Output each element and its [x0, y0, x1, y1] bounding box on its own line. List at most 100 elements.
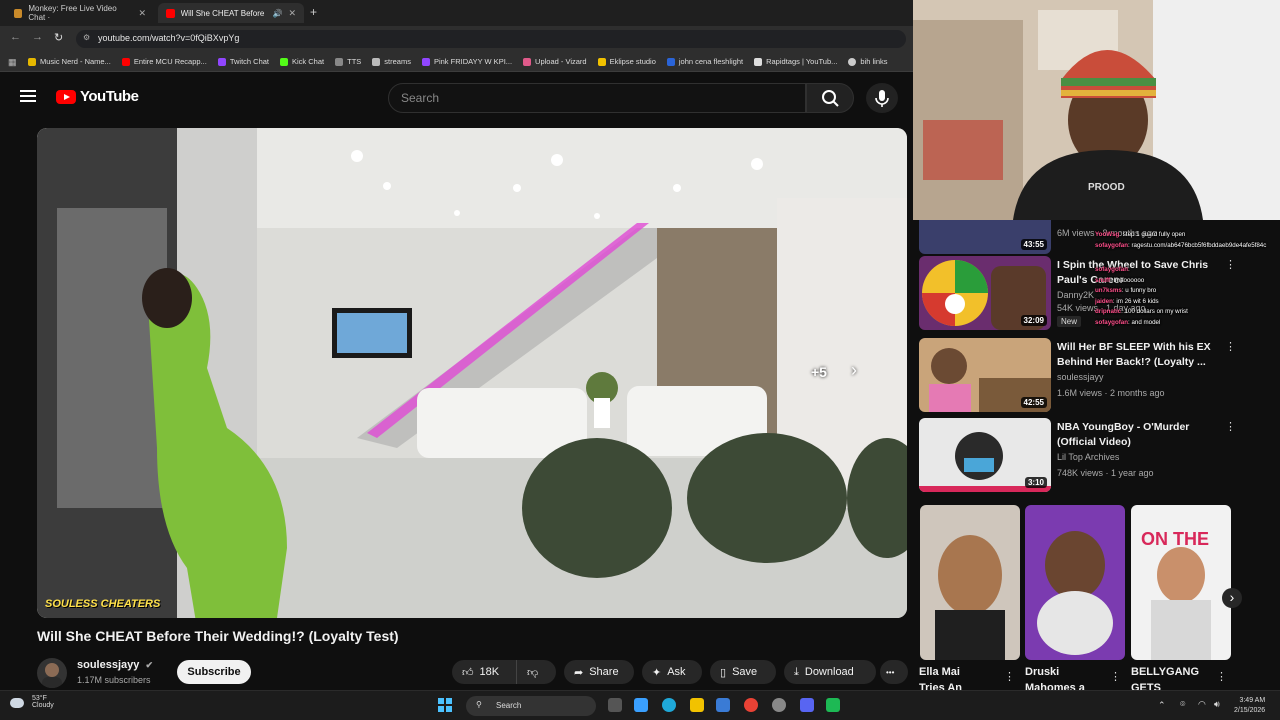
short-title[interactable]: Ella Mai: [919, 666, 960, 678]
short-title[interactable]: Druski: [1025, 666, 1059, 678]
channel-name[interactable]: Lil Top Archives: [1057, 452, 1119, 462]
new-badge: New: [1057, 316, 1082, 327]
bookmark-item[interactable]: Eklipse studio: [597, 57, 656, 66]
bookmark-item[interactable]: Rapidtags | YouTub...: [754, 57, 837, 66]
new-tab-button[interactable]: +: [310, 5, 317, 19]
short-thumbnail[interactable]: [920, 505, 1020, 660]
svg-text:PROOD: PROOD: [1088, 182, 1125, 193]
tab-label: Monkey: Free Live Video Chat ·: [28, 4, 117, 22]
channel-avatar[interactable]: [37, 658, 67, 688]
video-thumbnail[interactable]: 3:10: [919, 418, 1051, 492]
search-button[interactable]: [806, 83, 854, 113]
save-button[interactable]: ▯ Save: [710, 660, 776, 684]
ask-button[interactable]: ✦ Ask: [642, 660, 702, 684]
more-actions-button[interactable]: •••: [880, 660, 908, 684]
chrome-icon[interactable]: [744, 698, 758, 712]
close-tab-icon[interactable]: ✕: [138, 8, 146, 19]
bookmark-item[interactable]: TTS: [335, 57, 361, 66]
edge-browser-icon[interactable]: [662, 698, 676, 712]
channel-name[interactable]: soulessjayy: [1057, 372, 1104, 382]
app-icon[interactable]: [826, 698, 840, 712]
video-title: Will She CHEAT Before Their Wedding!? (L…: [37, 628, 399, 644]
share-button[interactable]: ➦ Share: [564, 660, 634, 684]
bookmark-item[interactable]: streams: [372, 57, 411, 66]
discord-icon[interactable]: [800, 698, 814, 712]
logo-text: YouTube: [80, 88, 139, 105]
more-options-icon[interactable]: ⋮: [1216, 670, 1227, 683]
video-title[interactable]: NBA YoungBoy - O'Murder (Official Video): [1057, 420, 1227, 450]
network-icon[interactable]: ⌾: [1180, 699, 1185, 710]
chevron-right-icon[interactable]: ›: [1222, 588, 1242, 608]
short-thumbnail[interactable]: [1025, 505, 1125, 660]
video-title[interactable]: I Spin the Wheel to Save Chris Paul's Ca…: [1057, 258, 1227, 288]
channel-watermark: SOULESS CHEATERS: [45, 598, 161, 610]
audio-playing-icon[interactable]: 🔊: [272, 9, 282, 18]
volume-icon[interactable]: 🔊︎: [1214, 699, 1220, 710]
bookmark-item[interactable]: Kick Chat: [280, 57, 324, 66]
widgets-icon[interactable]: [634, 698, 648, 712]
url-field[interactable]: ⚙ youtube.com/watch?v=0fQiBXvpYg: [76, 30, 906, 48]
chevron-up-icon[interactable]: ⌃: [1158, 700, 1166, 711]
microphone-icon: [875, 90, 889, 107]
channel-name[interactable]: soulessjayy ✔: [77, 659, 153, 671]
forward-icon[interactable]: →: [32, 31, 43, 43]
video-thumbnail[interactable]: 42:55: [919, 338, 1051, 412]
bookmark-item[interactable]: john cena fleshlight: [666, 57, 744, 66]
video-title[interactable]: Will Her BF SLEEP With his EX Behind Her…: [1057, 340, 1227, 370]
more-options-icon[interactable]: ⋮: [1225, 420, 1236, 433]
wifi-icon[interactable]: ◠: [1198, 699, 1206, 710]
chevron-right-icon[interactable]: ›: [851, 360, 857, 381]
tab-monkey[interactable]: Monkey: Free Live Video Chat · ✕: [6, 3, 154, 23]
bookmark-item[interactable]: bih links: [848, 57, 888, 66]
site-info-icon[interactable]: ⚙: [83, 33, 90, 42]
back-icon[interactable]: ←: [10, 31, 21, 43]
subscribe-button[interactable]: Subscribe: [177, 660, 251, 684]
video-player[interactable]: SOULESS CHEATERS +5 ›: [37, 128, 907, 618]
download-icon: ⤓: [794, 665, 799, 678]
file-explorer-icon[interactable]: [690, 698, 704, 712]
task-view-icon[interactable]: [608, 698, 622, 712]
search-input[interactable]: Search: [388, 83, 806, 113]
menu-icon[interactable]: [20, 90, 36, 102]
bookmark-item[interactable]: Pink FRIDAYY W KPI...: [421, 57, 512, 66]
apps-grid-icon[interactable]: ▦: [8, 57, 17, 68]
youtube-favicon-icon: [166, 8, 175, 18]
bookmark-item[interactable]: Twitch Chat: [217, 57, 269, 66]
duration-badge: 3:10: [1024, 477, 1047, 488]
weather-widget[interactable]: 53°F Cloudy: [10, 695, 54, 709]
short-thumbnail[interactable]: ON THE: [1131, 505, 1231, 660]
download-button[interactable]: ⤓ Download: [784, 660, 876, 684]
more-options-icon[interactable]: ⋮: [1004, 670, 1015, 683]
store-icon[interactable]: [716, 698, 730, 712]
obs-icon[interactable]: [772, 698, 786, 712]
bookmark-item[interactable]: Upload - Vizard: [523, 57, 587, 66]
voice-search-button[interactable]: [866, 83, 898, 113]
recommendation-item[interactable]: 43:55 6M views · 8 months ago: [919, 220, 1274, 258]
dislike-button[interactable]: 👎︎: [516, 660, 556, 684]
video-thumbnail[interactable]: 32:09: [919, 256, 1051, 330]
recommendation-item[interactable]: 3:10 NBA YoungBoy - O'Murder (Official V…: [919, 418, 1274, 496]
subscriber-count: 1.17M subscribers: [77, 675, 151, 685]
windows-start-icon[interactable]: [438, 698, 452, 712]
taskbar-search[interactable]: ⚲ Search: [466, 696, 596, 716]
recommendation-item[interactable]: 42:55 Will Her BF SLEEP With his EX Behi…: [919, 338, 1274, 416]
tab-youtube-video[interactable]: Will She CHEAT Before The 🔊 ✕: [158, 3, 304, 23]
more-options-icon[interactable]: ⋮: [1225, 340, 1236, 353]
bookmark-item[interactable]: Entire MCU Recapp...: [121, 57, 207, 66]
bookmark-label: john cena fleshlight: [678, 57, 744, 66]
video-thumbnail[interactable]: 43:55: [919, 220, 1051, 254]
bookmark-item[interactable]: Music Nerd - Name...: [28, 57, 111, 66]
recommendation-item[interactable]: 32:09 I Spin the Wheel to Save Chris Pau…: [919, 256, 1274, 334]
more-options-icon[interactable]: ⋮: [1110, 670, 1121, 683]
short-title[interactable]: BELLYGANG: [1131, 666, 1199, 678]
svg-text:ON THE: ON THE: [1141, 529, 1209, 549]
channel-name[interactable]: Danny2K: [1057, 290, 1094, 300]
reload-icon[interactable]: ↻: [54, 31, 63, 44]
skip-forward-label[interactable]: +5: [811, 364, 827, 380]
system-clock[interactable]: 3:49 AM 2/15/2026: [1234, 696, 1265, 716]
cloud-icon: [10, 698, 24, 708]
more-options-icon[interactable]: ⋮: [1225, 258, 1236, 271]
close-tab-icon[interactable]: ✕: [288, 8, 296, 19]
youtube-logo[interactable]: YouTube: [56, 88, 139, 105]
like-button[interactable]: 👍︎ 18K: [452, 660, 516, 684]
